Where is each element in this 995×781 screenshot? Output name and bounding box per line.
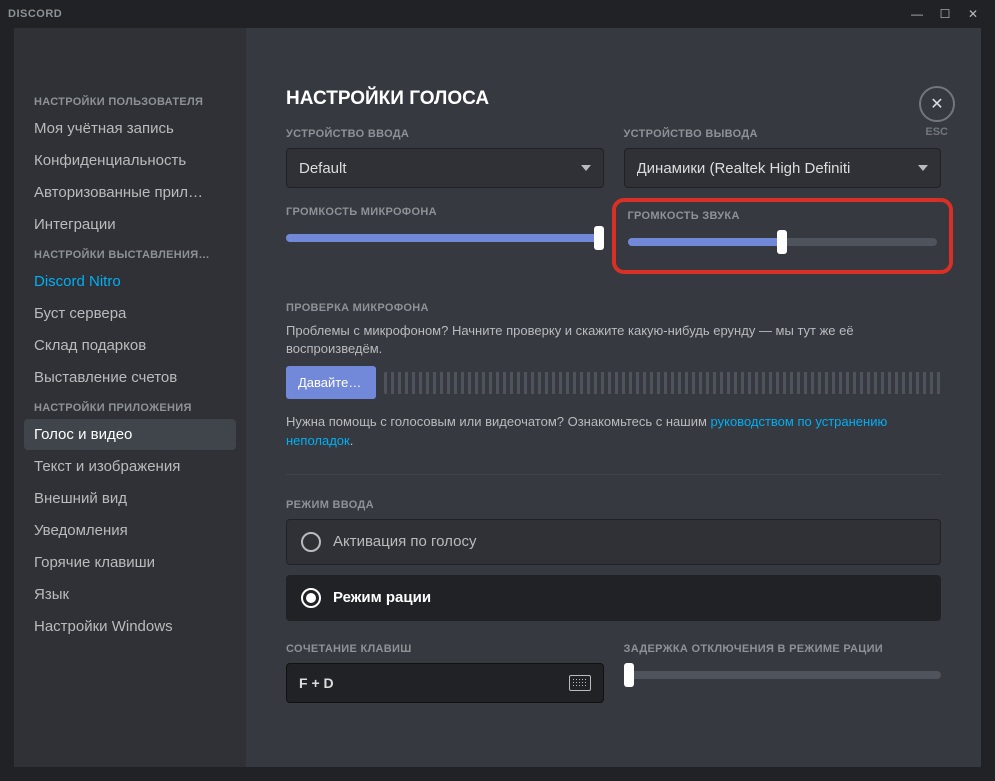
shortcut-value: F + D [299, 675, 569, 691]
output-volume-slider[interactable] [628, 230, 938, 254]
help-text: Нужна помощь с голосовым или видеочатом?… [286, 413, 941, 449]
ptt-delay-slider[interactable] [624, 663, 942, 687]
input-device-label: УСТРОЙСТВО ВВОДА [286, 128, 604, 140]
shortcut-input[interactable]: F + D [286, 663, 604, 703]
mic-test-desc: Проблемы с микрофоном? Начните проверку … [286, 322, 941, 358]
mic-test-label: ПРОВЕРКА МИКРОФОНА [286, 302, 941, 314]
window-close[interactable]: ✕ [959, 3, 987, 25]
input-mode-voice-activity[interactable]: Активация по голосу [286, 519, 941, 565]
output-volume-highlight: ГРОМКОСТЬ ЗВУКА [612, 198, 954, 274]
sidebar-item-authorized-apps[interactable]: Авторизованные прил… [24, 177, 236, 208]
close-icon: ✕ [930, 94, 943, 114]
radio-icon [301, 532, 321, 552]
output-volume-label: ГРОМКОСТЬ ЗВУКА [628, 210, 938, 222]
close-settings-button[interactable]: ✕ [919, 86, 955, 122]
sidebar-item-gifts[interactable]: Склад подарков [24, 330, 236, 361]
titlebar: DISCORD — ☐ ✕ [0, 0, 995, 28]
input-volume-label: ГРОМКОСТЬ МИКРОФОНА [286, 206, 604, 218]
sidebar-item-appearance[interactable]: Внешний вид [24, 483, 236, 514]
content: НАСТРОЙКИ ПОЛЬЗОВАТЕЛЯ Моя учётная запис… [14, 28, 981, 767]
mic-test-button[interactable]: Давайте пр… [286, 366, 376, 399]
sidebar-item-account[interactable]: Моя учётная запись [24, 113, 236, 144]
input-volume-slider[interactable] [286, 226, 604, 250]
chevron-down-icon [918, 165, 928, 171]
keyboard-icon [569, 675, 591, 691]
window-minimize[interactable]: — [903, 3, 931, 25]
input-device-select[interactable]: Default [286, 148, 604, 188]
mode-ptt-label: Режим рации [333, 589, 431, 606]
app-window: DISCORD — ☐ ✕ НАСТРОЙКИ ПОЛЬЗОВАТЕЛЯ Моя… [0, 0, 995, 781]
output-device-value: Динамики (Realtek High Definiti [637, 160, 919, 177]
input-mode-label: РЕЖИМ ВВОДА [286, 499, 941, 511]
sidebar-item-notifications[interactable]: Уведомления [24, 515, 236, 546]
mode-voice-label: Активация по голосу [333, 533, 476, 550]
sidebar-item-billing[interactable]: Выставление счетов [24, 362, 236, 393]
page-title: НАСТРОЙКИ ГОЛОСА [286, 88, 941, 110]
input-device-value: Default [299, 160, 581, 177]
sidebar-item-boost[interactable]: Буст сервера [24, 298, 236, 329]
input-mode-push-to-talk[interactable]: Режим рации [286, 575, 941, 621]
help-suffix: . [350, 433, 354, 448]
output-device-select[interactable]: Динамики (Realtek High Definiti [624, 148, 942, 188]
sidebar-item-windows[interactable]: Настройки Windows [24, 611, 236, 642]
settings-sidebar: НАСТРОЙКИ ПОЛЬЗОВАТЕЛЯ Моя учётная запис… [14, 28, 246, 767]
output-device-label: УСТРОЙСТВО ВЫВОДА [624, 128, 942, 140]
sidebar-header-billing: НАСТРОЙКИ ВЫСТАВЛЕНИЯ… [24, 241, 236, 265]
shortcut-label: СОЧЕТАНИЕ КЛАВИШ [286, 643, 604, 655]
sidebar-item-voice-video[interactable]: Голос и видео [24, 419, 236, 450]
mic-level-meter [384, 372, 941, 394]
ptt-delay-label: ЗАДЕРЖКА ОТКЛЮЧЕНИЯ В РЕЖИМЕ РАЦИИ [624, 643, 942, 655]
sidebar-item-privacy[interactable]: Конфиденциальность [24, 145, 236, 176]
sidebar-item-integrations[interactable]: Интеграции [24, 209, 236, 240]
sidebar-item-keybinds[interactable]: Горячие клавиши [24, 547, 236, 578]
sidebar-item-text-images[interactable]: Текст и изображения [24, 451, 236, 482]
sidebar-item-language[interactable]: Язык [24, 579, 236, 610]
settings-main: ✕ ESC НАСТРОЙКИ ГОЛОСА УСТРОЙСТВО ВВОДА … [246, 28, 981, 767]
sidebar-header-app: НАСТРОЙКИ ПРИЛОЖЕНИЯ [24, 394, 236, 418]
help-prefix: Нужна помощь с голосовым или видеочатом?… [286, 414, 711, 429]
app-logo: DISCORD [8, 8, 62, 20]
radio-icon [301, 588, 321, 608]
divider [286, 474, 941, 475]
window-maximize[interactable]: ☐ [931, 3, 959, 25]
close-esc-label: ESC [925, 126, 948, 138]
sidebar-item-nitro[interactable]: Discord Nitro [24, 266, 236, 297]
chevron-down-icon [581, 165, 591, 171]
sidebar-header-user: НАСТРОЙКИ ПОЛЬЗОВАТЕЛЯ [24, 88, 236, 112]
